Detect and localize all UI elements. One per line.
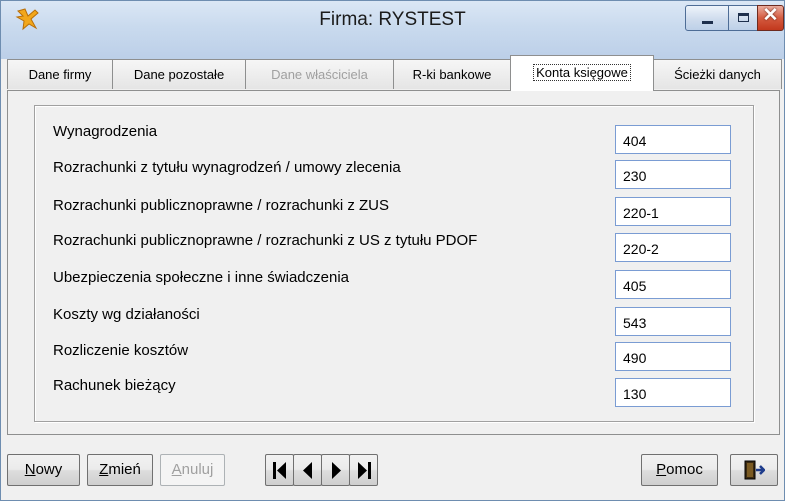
help-button-mnemonic: P bbox=[656, 461, 667, 478]
new-button-mnemonic: N bbox=[24, 461, 36, 478]
close-button[interactable]: ✕ bbox=[757, 5, 784, 31]
exit-button[interactable] bbox=[730, 454, 778, 486]
first-record-icon bbox=[273, 462, 286, 479]
tab-label: Ścieżki danych bbox=[674, 67, 761, 82]
company-window: Firma: RYSTEST ✕ Dane firmy Dane pozosta… bbox=[0, 0, 785, 501]
cancel-button-label: nuluj bbox=[181, 461, 214, 478]
account-label-wynagrodzenia: Wynagrodzenia bbox=[53, 123, 158, 140]
next-record-icon bbox=[332, 462, 341, 479]
last-record-icon bbox=[358, 462, 371, 479]
tab-sciezki-danych[interactable]: Ścieżki danych bbox=[653, 59, 782, 89]
close-icon: ✕ bbox=[762, 5, 779, 26]
account-field-rozliczenie-kosztow[interactable]: 490 bbox=[615, 342, 731, 371]
tab-label: R-ki bankowe bbox=[412, 67, 492, 82]
account-field-wynagrodzenia[interactable]: 404 bbox=[615, 125, 731, 154]
account-label-rozrachunki-zus: Rozrachunki publicznoprawne / rozrachunk… bbox=[53, 197, 389, 214]
account-field-rozrachunki-wynagrodzen[interactable]: 230 bbox=[615, 160, 731, 189]
maximize-button[interactable] bbox=[728, 5, 758, 31]
change-button-mnemonic: Z bbox=[99, 461, 109, 478]
next-record-button[interactable] bbox=[321, 454, 350, 486]
account-label-koszty: Koszty wg działaności bbox=[53, 306, 200, 323]
tab-label: Dane właściciela bbox=[271, 67, 368, 82]
tab-dane-pozostale[interactable]: Dane pozostałe bbox=[112, 59, 246, 89]
title-bar[interactable]: Firma: RYSTEST ✕ bbox=[1, 1, 784, 59]
tab-label: Dane pozostałe bbox=[133, 67, 225, 82]
help-button-label: omoc bbox=[666, 461, 703, 478]
exit-door-icon bbox=[744, 460, 765, 480]
account-field-rachunek-biezacy[interactable]: 130 bbox=[615, 378, 731, 407]
account-label-rozrachunki-us: Rozrachunki publicznoprawne / rozrachunk… bbox=[53, 232, 478, 249]
window-title: Firma: RYSTEST bbox=[319, 9, 466, 30]
tab-dane-firmy[interactable]: Dane firmy bbox=[7, 59, 113, 89]
tab-label: Konta księgowe bbox=[533, 64, 631, 81]
previous-record-button[interactable] bbox=[293, 454, 322, 486]
account-field-ubezpieczenia[interactable]: 405 bbox=[615, 270, 731, 299]
last-record-button[interactable] bbox=[349, 454, 378, 486]
first-record-button[interactable] bbox=[265, 454, 294, 486]
account-field-koszty[interactable]: 543 bbox=[615, 307, 731, 336]
tab-bar: Dane firmy Dane pozostałe Dane właścicie… bbox=[7, 55, 782, 91]
tab-r-ki-bankowe[interactable]: R-ki bankowe bbox=[393, 59, 511, 89]
new-button-label: owy bbox=[35, 461, 63, 478]
account-label-rachunek-biezacy: Rachunek bieżący bbox=[53, 377, 176, 394]
tab-dane-wlasciciela[interactable]: Dane właściciela bbox=[245, 59, 394, 89]
tab-label: Dane firmy bbox=[28, 67, 92, 82]
new-button[interactable]: Nowy bbox=[7, 454, 80, 486]
change-button[interactable]: Zmień bbox=[87, 454, 153, 486]
change-button-label: mień bbox=[108, 461, 141, 478]
cancel-button-mnemonic: A bbox=[171, 461, 182, 478]
minimize-icon bbox=[702, 21, 713, 24]
cancel-button[interactable]: Anuluj bbox=[160, 454, 225, 486]
minimize-button[interactable] bbox=[685, 5, 729, 31]
help-button[interactable]: Pomoc bbox=[641, 454, 718, 486]
previous-record-icon bbox=[303, 462, 312, 479]
account-label-rozrachunki-wynagrodzen: Rozrachunki z tytułu wynagrodzeń / umowy… bbox=[53, 159, 401, 176]
account-label-ubezpieczenia: Ubezpieczenia społeczne i inne świadczen… bbox=[53, 269, 350, 286]
tab-konta-ksiegowe[interactable]: Konta księgowe bbox=[510, 55, 654, 91]
account-field-rozrachunki-zus[interactable]: 220-1 bbox=[615, 197, 731, 226]
maximize-icon bbox=[738, 13, 749, 22]
account-label-rozliczenie-kosztow: Rozliczenie kosztów bbox=[53, 342, 189, 359]
account-field-rozrachunki-us[interactable]: 220-2 bbox=[615, 233, 731, 262]
bottom-toolbar: Nowy Zmień Anuluj Pomoc bbox=[1, 441, 784, 500]
